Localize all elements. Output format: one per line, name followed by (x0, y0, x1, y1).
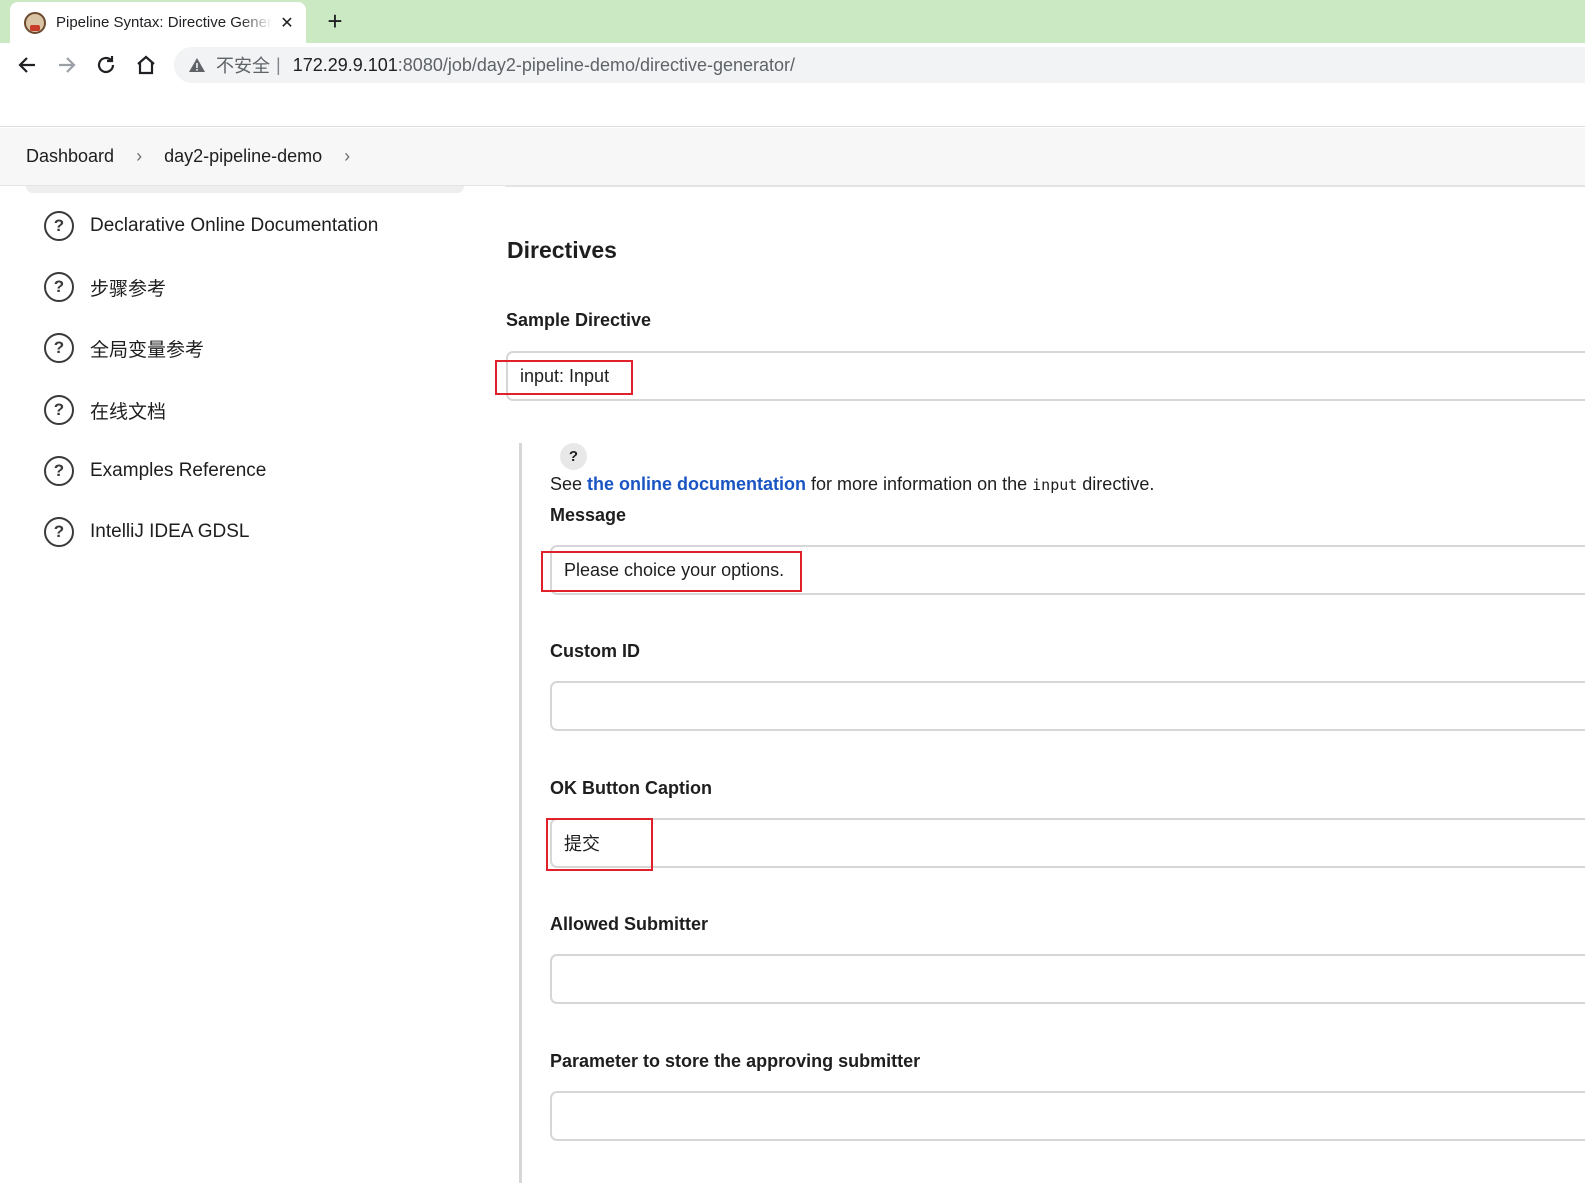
arrow-right-icon (59, 57, 76, 73)
help-text: See the online documentation for more in… (550, 474, 1154, 495)
not-secure-label: 不安全 (216, 56, 270, 76)
sidebar-item-label: Examples Reference (90, 460, 267, 481)
home-icon (137, 55, 155, 75)
sample-directive-select[interactable]: input: Input (506, 351, 1585, 401)
chevron-right-icon: › (136, 146, 143, 166)
sidebar-item-online-docs[interactable]: ? 在线文档 (44, 395, 166, 425)
help-text-middle: for more information on the (806, 474, 1033, 494)
sidebar-item-examples-reference[interactable]: ? Examples Reference (44, 456, 266, 486)
help-circle-icon: ? (44, 456, 74, 486)
allowed-submitter-label: Allowed Submitter (550, 914, 709, 934)
sidebar-item-global-variables[interactable]: ? 全局变量参考 (44, 333, 204, 363)
url-host: 172.29.9.101 (292, 54, 398, 75)
help-text-suffix: directive. (1077, 474, 1155, 494)
breadcrumb-dashboard[interactable]: Dashboard (26, 146, 114, 167)
help-circle-icon: ? (44, 272, 74, 302)
sidebar-item-declarative-docs[interactable]: ? Declarative Online Documentation (44, 211, 378, 241)
sidebar-item-label: IntelliJ IDEA GDSL (90, 521, 250, 542)
url-path: :8080/job/day2-pipeline-demo/directive-g… (397, 54, 796, 75)
address-bar[interactable]: 不安全 | 172.29.9.101 :8080/job/day2-pipeli… (174, 47, 1585, 83)
reload-icon (97, 56, 115, 74)
page-title: Directives (507, 237, 617, 263)
help-circle-icon: ? (44, 333, 74, 363)
online-documentation-link[interactable]: the online documentation (587, 474, 806, 494)
home-button[interactable] (133, 52, 159, 78)
help-circle-icon: ? (44, 395, 74, 425)
sample-directive-label: Sample Directive (506, 310, 652, 330)
sidebar-item-steps-reference[interactable]: ? 步骤参考 (44, 272, 166, 302)
sidebar-item-label: 步骤参考 (90, 278, 167, 300)
browser-tab[interactable]: Pipeline Syntax: Directive Generator ✕ (10, 2, 306, 43)
breadcrumb-job[interactable]: day2-pipeline-demo (164, 146, 322, 167)
message-label: Message (550, 505, 627, 525)
browser-tab-bar: Pipeline Syntax: Directive Generator ✕ + (0, 0, 1585, 43)
address-separator: | (276, 54, 281, 75)
sidebar-item-label: 在线文档 (90, 401, 167, 423)
sidebar-item-intellij-gdsl[interactable]: ? IntelliJ IDEA GDSL (44, 517, 249, 547)
help-circle-icon: ? (44, 517, 74, 547)
forward-button[interactable] (54, 52, 80, 78)
custom-id-label: Custom ID (550, 641, 640, 661)
back-button[interactable] (14, 52, 40, 78)
breadcrumb-shadow (26, 186, 464, 193)
arrow-left-icon (18, 57, 35, 73)
tab-close-icon[interactable]: ✕ (278, 13, 296, 33)
help-circle-icon: ? (44, 211, 74, 241)
highlight-box (546, 818, 653, 871)
highlight-box (495, 360, 633, 395)
sidebar-item-label: Declarative Online Documentation (90, 215, 379, 236)
new-tab-button[interactable]: + (322, 6, 348, 36)
tab-title: Pipeline Syntax: Directive Generator (56, 14, 272, 31)
page-header (0, 87, 1585, 127)
help-icon[interactable]: ? (560, 443, 587, 470)
jenkins-favicon-icon (24, 11, 46, 34)
help-code: input (1032, 476, 1078, 494)
reload-button[interactable] (93, 52, 119, 78)
nested-block-border (519, 443, 522, 1183)
breadcrumb: Dashboard › day2-pipeline-demo › (0, 128, 1585, 186)
ok-button-caption-input[interactable]: 提交 (550, 818, 1585, 868)
submitter-parameter-input[interactable] (550, 1091, 1585, 1141)
ok-button-caption-label: OK Button Caption (550, 778, 712, 798)
chevron-right-icon[interactable]: › (344, 146, 350, 167)
allowed-submitter-input[interactable] (550, 954, 1585, 1004)
sidebar-item-label: 全局变量参考 (90, 339, 205, 361)
warning-icon (189, 58, 205, 72)
highlight-box (541, 551, 802, 592)
browser-toolbar: 不安全 | 172.29.9.101 :8080/job/day2-pipeli… (0, 43, 1585, 87)
help-text-prefix: See (550, 474, 588, 494)
custom-id-input[interactable] (550, 681, 1585, 731)
submitter-parameter-label: Parameter to store the approving submitt… (550, 1051, 921, 1071)
